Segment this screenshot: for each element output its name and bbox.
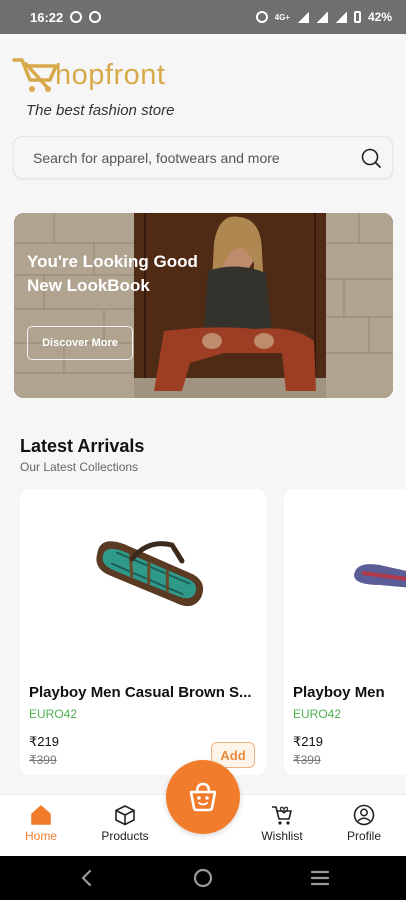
clock: 16:22: [30, 9, 64, 25]
product-price: ₹219: [29, 734, 59, 749]
product-code: EURO42: [29, 707, 78, 721]
battery-icon: [353, 11, 361, 23]
search-icon[interactable]: [361, 148, 381, 168]
discover-more-button[interactable]: Discover More: [27, 326, 133, 360]
nav-home-label: Home: [24, 829, 57, 843]
box-icon: [115, 805, 135, 826]
section-subtitle: Our Latest Collections: [20, 460, 139, 474]
whatsapp-icon: [89, 11, 102, 23]
product-image: [20, 489, 266, 674]
nav-home[interactable]: Home: [1, 804, 81, 843]
wifi-icon: [296, 11, 309, 23]
brand-name: hopfront: [55, 59, 166, 91]
status-bar: 16:22 4G+ 42%: [0, 0, 406, 34]
recents-icon[interactable]: [309, 868, 331, 888]
nav-wishlist[interactable]: Wishlist: [242, 804, 322, 843]
network-type: 4G+: [274, 12, 290, 22]
home-circle-icon[interactable]: [192, 868, 214, 888]
signal-icon: [315, 11, 328, 23]
product-price: ₹219: [293, 734, 323, 749]
product-code: EURO42: [293, 707, 342, 721]
nav-profile[interactable]: Profile: [324, 804, 404, 843]
system-nav-bar: [0, 856, 406, 900]
brand-tagline: The best fashion store: [26, 102, 175, 119]
nav-products-label: Products: [101, 829, 149, 843]
product-name: Playboy Men: [293, 684, 385, 701]
promo-banner[interactable]: You're Looking Good New LookBook Discove…: [14, 213, 393, 398]
search-input[interactable]: [33, 137, 353, 178]
app-screen: hopfront The best fashion store Search f…: [0, 34, 406, 856]
product-name: Playboy Men Casual Brown S...: [29, 684, 252, 701]
product-card[interactable]: Playboy Men Casual Brown S... EURO42 ₹21…: [20, 489, 266, 775]
profile-icon: [353, 804, 375, 826]
nav-wishlist-label: Wishlist: [261, 829, 303, 843]
banner-title: You're Looking Good New LookBook: [27, 252, 198, 295]
product-card[interactable]: Playboy Men EURO42 ₹219 ₹399: [284, 489, 406, 775]
whatsapp-icon: [70, 11, 83, 23]
battery-level: 42%: [367, 10, 392, 24]
alarm-icon: [255, 11, 268, 23]
product-mrp: ₹399: [29, 753, 57, 767]
signal-icon: [334, 11, 347, 23]
banner-image: [14, 213, 393, 398]
product-image: [284, 489, 406, 674]
wishlist-cart-icon: [272, 806, 292, 825]
home-icon: [31, 805, 51, 825]
back-icon[interactable]: [76, 868, 98, 888]
product-mrp: ₹399: [293, 753, 321, 767]
nav-products[interactable]: Products: [85, 804, 165, 843]
cart-fab-button[interactable]: [166, 760, 240, 834]
nav-profile-label: Profile: [346, 829, 381, 843]
brand-logo: hopfront: [12, 56, 165, 94]
cart-logo-icon: [12, 58, 58, 92]
search-bar[interactable]: [13, 136, 393, 179]
section-title: Latest Arrivals: [20, 436, 145, 456]
basket-icon: [189, 782, 217, 812]
